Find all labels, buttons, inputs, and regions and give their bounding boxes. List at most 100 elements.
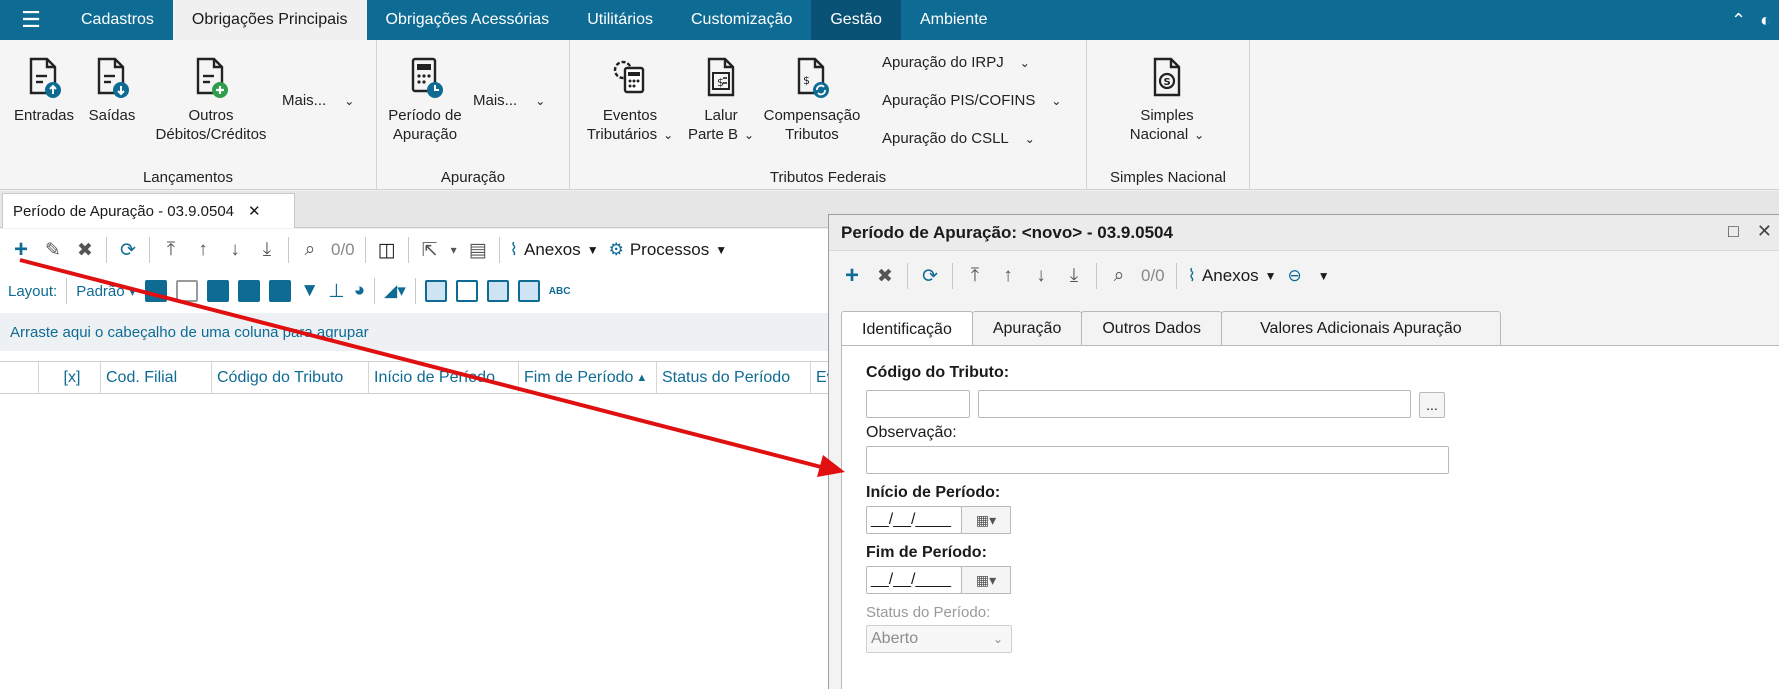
footer-toggle-icon[interactable] (424, 280, 447, 302)
codigo-tributo-lookup-button[interactable]: ... (1419, 392, 1445, 418)
move-down-icon[interactable] (269, 280, 292, 302)
toolbar-separator (1175, 263, 1177, 289)
more-actions-dropdown[interactable]: ⊖ ▼ (1288, 266, 1330, 286)
menu-tab-gestao[interactable]: Gestão (811, 0, 901, 40)
delete-icon[interactable]: ✖ (74, 239, 96, 262)
simples-nacional-button[interactable]: S Simples Nacional ⌄ (1117, 56, 1217, 145)
outros-debitos-creditos-button[interactable]: Outros Débitos/Créditos (146, 56, 276, 144)
pin-icon[interactable]: ⊥ (328, 280, 345, 303)
saidas-button[interactable]: Saídas (84, 56, 140, 125)
add-icon[interactable]: + (841, 262, 863, 290)
last-record-icon[interactable]: ⤓ (1063, 265, 1085, 287)
menu-tab-obrigacoes-principais[interactable]: Obrigações Principais (172, 0, 367, 40)
menu-tab-ambiente[interactable]: Ambiente (901, 0, 1007, 40)
apuracao-mais-dropdown[interactable]: Mais... ⌄ (473, 92, 545, 109)
report-icon[interactable]: ▤ (467, 239, 489, 262)
split-view-icon[interactable] (455, 280, 478, 302)
tab-outros-dados[interactable]: Outros Dados (1081, 311, 1223, 346)
apuracao-irpj-dropdown[interactable]: Apuração do IRPJ ⌄ (882, 54, 1030, 71)
refresh-icon[interactable]: ⟳ (117, 239, 139, 262)
processos-dropdown[interactable]: ⚙ Processos ▼ (609, 240, 728, 260)
anexos-dropdown[interactable]: ⌇ Anexos ▼ (510, 240, 599, 260)
chevron-down-icon: ⌄ (743, 128, 755, 142)
search-icon[interactable]: ⌕ (1108, 265, 1130, 287)
eventos-tributarios-button[interactable]: Eventos Tributários ⌄ (580, 56, 680, 145)
doc-tab-periodo-apuracao[interactable]: Período de Apuração - 03.9.0504 ✕ (2, 193, 295, 228)
column-header-cod-filial[interactable]: Cod. Filial (100, 362, 211, 394)
column-header-status-periodo[interactable]: Status do Período (656, 362, 810, 394)
lancamentos-mais-dropdown[interactable]: Mais... ⌄ (282, 92, 354, 109)
codigo-tributo-description-input[interactable] (978, 390, 1411, 418)
anexos-dropdown[interactable]: ⌇ Anexos ▼ (1188, 266, 1277, 286)
next-record-icon[interactable]: ↓ (224, 239, 246, 261)
periodo-label-1: Período de (388, 107, 462, 124)
group-by-area[interactable]: Arraste aqui o cabeçalho de uma coluna p… (0, 313, 828, 351)
menu-tab-utilitarios[interactable]: Utilitários (568, 0, 672, 40)
add-icon[interactable]: + (10, 236, 32, 264)
caret-down-icon[interactable]: ▾ (451, 243, 457, 257)
maximize-icon[interactable]: □ (1728, 221, 1739, 242)
move-up-icon[interactable] (238, 280, 261, 302)
row-indicator-header (0, 362, 38, 394)
previous-record-icon[interactable]: ↑ (192, 239, 214, 261)
calculator-clock-icon (411, 57, 443, 98)
column-header-inicio-periodo[interactable]: Início de Período (368, 362, 518, 394)
app-menu-icon[interactable]: ☰ (0, 0, 62, 40)
first-record-icon[interactable]: ⤒ (160, 239, 182, 261)
columns-icon[interactable]: ◫ (376, 239, 398, 262)
column-header-ev[interactable]: Ev (810, 362, 828, 394)
tab-identificacao[interactable]: Identificação (841, 311, 973, 347)
paint-icon[interactable]: ▼ (300, 280, 319, 302)
apuracao-pis-cofins-dropdown[interactable]: Apuração PIS/COFINS ⌄ (882, 92, 1061, 109)
tab-valores-adicionais[interactable]: Valores Adicionais Apuração (1221, 311, 1501, 346)
last-record-icon[interactable]: ⤓ (256, 239, 278, 261)
column-header-select[interactable]: [x] (38, 362, 100, 394)
chart-icon[interactable]: ◢▾ (384, 281, 406, 301)
search-icon[interactable]: ⌕ (299, 239, 321, 261)
fim-periodo-calendar-button[interactable]: ▦▾ (961, 566, 1011, 594)
inicio-periodo-calendar-button[interactable]: ▦▾ (961, 506, 1011, 534)
delete-icon[interactable]: ✖ (874, 265, 896, 288)
globe-icon[interactable]: ◐ (1760, 10, 1771, 31)
menu-tab-customizacao[interactable]: Customização (672, 0, 811, 40)
main-menu-bar: ☰ Cadastros Obrigações Principais Obriga… (0, 0, 1779, 40)
ribbon-group-lancamentos: Entradas Saídas Outros Débitos/Créditos … (0, 40, 377, 190)
fim-periodo-input[interactable]: __/__/____ (866, 566, 962, 594)
spellcheck-icon[interactable]: ABC (549, 286, 571, 297)
refresh-icon[interactable]: ⟳ (919, 265, 941, 288)
menu-tab-cadastros[interactable]: Cadastros (62, 0, 173, 40)
compensacao-tributos-button[interactable]: $ Compensação Tributos (758, 56, 866, 144)
outros-label-2: Débitos/Créditos (155, 126, 267, 143)
ribbon-group-apuracao-label: Apuração (440, 169, 506, 186)
previous-record-icon[interactable]: ↑ (997, 265, 1019, 287)
column-header-fim-periodo[interactable]: Fim de Período ▲ (518, 362, 656, 394)
close-icon[interactable]: ✕ (248, 202, 261, 220)
next-record-icon[interactable]: ↓ (1030, 265, 1052, 287)
lalur-parte-b-button[interactable]: $ Lalur Parte B ⌄ (682, 56, 760, 145)
group-icon[interactable] (207, 280, 230, 302)
header-toggle-icon[interactable] (486, 280, 509, 302)
group-panel-toggle-icon[interactable] (517, 280, 540, 302)
column-header-codigo-tributo[interactable]: Código do Tributo (211, 362, 368, 394)
chevron-down-icon: ⌄ (1024, 132, 1035, 146)
observacao-input[interactable] (866, 446, 1449, 474)
tab-apuracao[interactable]: Apuração (971, 311, 1083, 346)
collapse-all-icon[interactable] (176, 280, 199, 302)
group-by-hint: Arraste aqui o cabeçalho de uma coluna p… (10, 323, 369, 341)
codigo-tributo-input[interactable] (866, 390, 970, 418)
color-fill-icon[interactable]: ◕ (354, 280, 365, 302)
export-icon[interactable]: ⇱ (419, 239, 441, 262)
apuracao-csll-dropdown[interactable]: Apuração do CSLL ⌄ (882, 130, 1035, 147)
status-periodo-select[interactable]: Aberto ⌄ (866, 625, 1012, 653)
expand-all-icon[interactable] (145, 280, 168, 302)
periodo-apuracao-button[interactable]: Período de Apuração (385, 56, 465, 144)
layout-select[interactable]: Padrão ▾ (76, 282, 136, 300)
entradas-button[interactable]: Entradas (8, 56, 80, 125)
inicio-periodo-input[interactable]: __/__/____ (866, 506, 962, 534)
collapse-ribbon-icon[interactable]: ⌃ (1731, 10, 1746, 31)
close-icon[interactable]: ✕ (1757, 221, 1772, 242)
edit-icon[interactable]: ✎ (42, 239, 64, 262)
first-record-icon[interactable]: ⤒ (964, 265, 986, 287)
caret-down-icon: ▼ (586, 243, 599, 257)
menu-tab-obrigacoes-acessorias[interactable]: Obrigações Acessórias (367, 0, 569, 40)
